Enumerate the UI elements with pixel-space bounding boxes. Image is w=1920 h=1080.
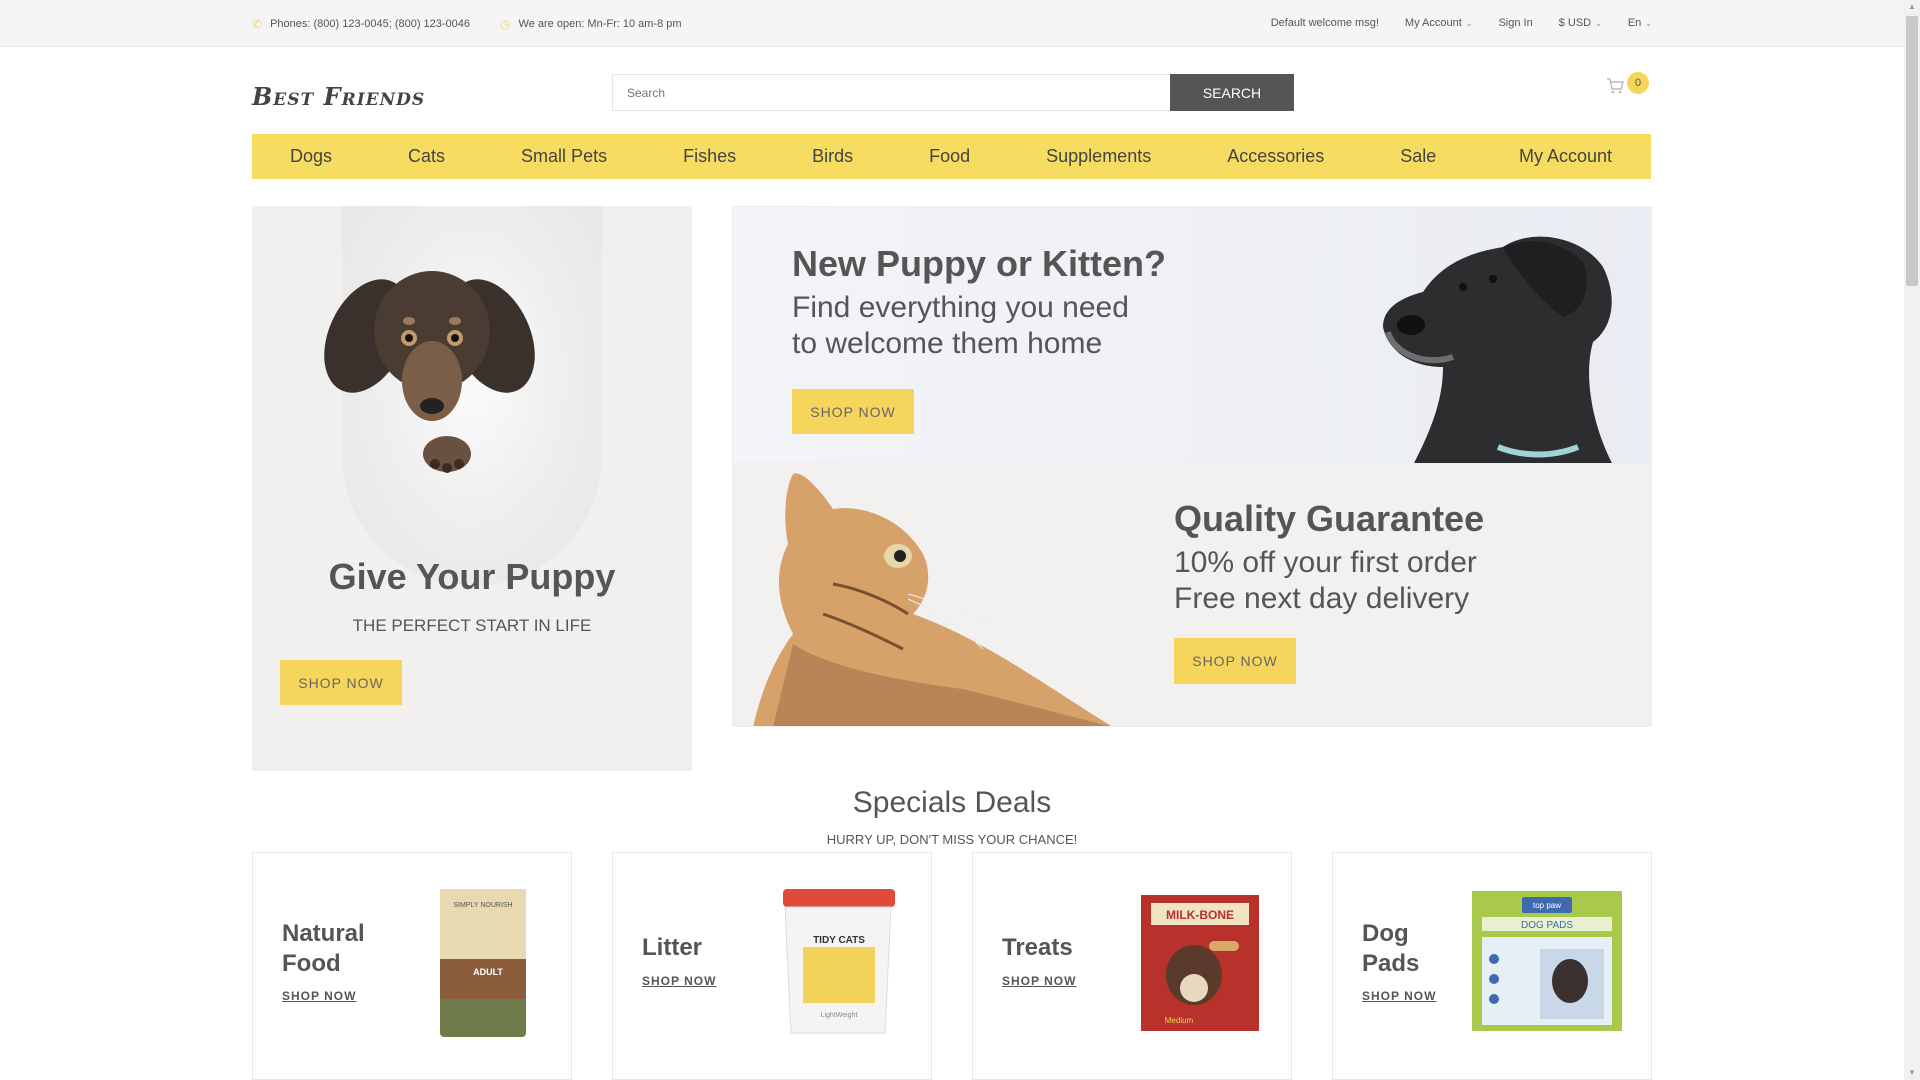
hero-left-title: Give Your Puppy <box>328 556 616 597</box>
hero-rt-title: New Puppy or Kitten? <box>792 243 1167 284</box>
deal-card-litter[interactable]: Litter SHOP NOW TIDY CATS LightWeight <box>612 852 932 1080</box>
welcome-message: Default welcome msg! <box>1270 17 1379 29</box>
sign-in-link[interactable]: Sign In <box>1498 17 1532 29</box>
product-label: SIMPLY NOURISH <box>453 902 512 909</box>
chevron-down-icon: ⌄ <box>1595 19 1602 28</box>
cart-count-badge: 0 <box>1627 72 1649 94</box>
chevron-down-icon: ⌄ <box>1465 19 1473 28</box>
hours-item: ◷ We are open: Mn-Fr: 10 am-8 pm <box>500 17 682 31</box>
phones-item: ✆ Phones: (800) 123-0045; (800) 123-0046 <box>252 17 470 31</box>
deal-card-treats[interactable]: Treats SHOP NOW MILK-BONE Medium <box>972 852 1292 1080</box>
black-dog-image <box>1383 236 1613 463</box>
main-nav: Dogs Cats Small Pets Fishes Birds Food S… <box>252 134 1651 179</box>
nav-item-dogs[interactable]: Dogs <box>252 134 370 179</box>
scroll-down-arrow-icon[interactable]: ▼ <box>1904 1066 1920 1080</box>
my-account-label: My Account <box>1404 17 1462 29</box>
product-sub: ADULT <box>473 967 503 977</box>
deal-card-shop-link[interactable]: SHOP NOW <box>1362 989 1436 1003</box>
product-sub: LightWeight <box>821 1012 858 1019</box>
language-label: En <box>1627 17 1642 29</box>
nav-item-fishes[interactable]: Fishes <box>645 134 774 179</box>
hero-banner-puppy[interactable]: Give Your Puppy THE PERFECT START IN LIF… <box>252 206 692 771</box>
hero-left-shop-button[interactable]: SHOP NOW <box>280 660 402 705</box>
deal-card-shop-link[interactable]: SHOP NOW <box>1002 974 1076 988</box>
treats-box-image: MILK-BONE Medium <box>1141 895 1259 1031</box>
cart[interactable]: 0 <box>1606 72 1649 94</box>
phones-text: Phones: (800) 123-0045; (800) 123-0046 <box>270 18 471 30</box>
cart-icon <box>1607 78 1624 94</box>
hero-rt-line2: to welcome them home <box>792 327 1103 360</box>
search-input[interactable] <box>612 74 1170 111</box>
scroll-up-arrow-icon[interactable]: ▲ <box>1904 0 1920 14</box>
nav-item-my-account[interactable]: My Account <box>1481 134 1651 179</box>
deal-card-title-line1: Natural <box>282 920 365 947</box>
nav-item-supplements[interactable]: Supplements <box>1008 134 1189 179</box>
deal-card-title: Litter <box>642 933 702 963</box>
dachshund-image <box>324 271 535 473</box>
food-bag-image: SIMPLY NOURISH ADULT <box>440 889 526 1037</box>
hero-left-subtitle: THE PERFECT START IN LIFE <box>352 616 592 635</box>
site-logo[interactable]: Best Friends <box>252 82 425 111</box>
hero-rt-shop-button[interactable]: SHOP NOW <box>792 389 914 434</box>
nav-item-birds[interactable]: Birds <box>774 134 891 179</box>
product-sub: Medium <box>1165 1016 1194 1025</box>
currency-dropdown[interactable]: $ USD ⌄ <box>1559 17 1602 29</box>
deal-card-title-line1: Dog <box>1362 920 1409 947</box>
litter-bucket-image: TIDY CATS LightWeight <box>783 889 895 1034</box>
hero-rb-line1: 10% off your first order <box>1174 546 1477 579</box>
search-bar: SEARCH <box>612 74 1294 111</box>
nav-item-cats[interactable]: Cats <box>370 134 483 179</box>
deal-card-shop-link[interactable]: SHOP NOW <box>282 989 356 1003</box>
product-label: top paw <box>1533 901 1561 910</box>
hero-rb-title: Quality Guarantee <box>1174 498 1485 539</box>
scrollbar-thumb[interactable] <box>1906 16 1918 286</box>
phone-icon: ✆ <box>252 17 263 31</box>
deal-card-natural-food[interactable]: Natural Food SHOP NOW SIMPLY NOURISH ADU… <box>252 852 572 1080</box>
deal-card-title-line1: Litter <box>642 934 702 961</box>
page: ✆ Phones: (800) 123-0045; (800) 123-0046… <box>0 0 1904 1080</box>
page-scrollbar[interactable]: ▲ ▼ <box>1904 0 1920 1080</box>
product-label: TIDY CATS <box>813 935 865 946</box>
hero-banner-new-puppy[interactable]: New Puppy or Kitten? Find everything you… <box>732 206 1652 464</box>
top-bar-links: Default welcome msg! My Account ⌄ Sign In… <box>1271 17 1652 29</box>
hero-rt-line1: Find everything you need <box>792 291 1129 324</box>
deal-card-title: Dog Pads <box>1362 919 1419 979</box>
nav-item-sale[interactable]: Sale <box>1362 134 1474 179</box>
currency-label: $ USD <box>1558 17 1592 29</box>
my-account-dropdown[interactable]: My Account ⌄ <box>1405 17 1473 29</box>
product-sub: DOG PADS <box>1521 920 1573 931</box>
dog-pads-package-image: top paw DOG PADS <box>1472 891 1622 1031</box>
clock-icon: ◷ <box>500 17 511 31</box>
hero-rb-shop-button[interactable]: SHOP NOW <box>1174 638 1296 684</box>
deal-card-title-line1: Treats <box>1002 934 1073 961</box>
deal-card-title: Treats <box>1002 933 1073 963</box>
top-bar: ✆ Phones: (800) 123-0045; (800) 123-0046… <box>0 0 1904 47</box>
nav-item-accessories[interactable]: Accessories <box>1189 134 1362 179</box>
deal-card-title: Natural Food <box>282 919 365 979</box>
specials-subtitle: HURRY UP, DON'T MISS YOUR CHANCE! <box>826 832 1078 847</box>
cat-image <box>753 473 1112 726</box>
specials-title: Specials Deals <box>852 786 1052 819</box>
deal-card-dog-pads[interactable]: Dog Pads SHOP NOW top paw DOG PADS <box>1332 852 1652 1080</box>
deal-card-title-line2: Food <box>282 950 341 977</box>
search-button[interactable]: SEARCH <box>1170 74 1294 111</box>
deal-card-title-line2: Pads <box>1362 950 1420 977</box>
hours-text: We are open: Mn-Fr: 10 am-8 pm <box>518 18 682 30</box>
chevron-down-icon: ⌄ <box>1645 19 1652 28</box>
nav-item-food[interactable]: Food <box>891 134 1008 179</box>
nav-item-small-pets[interactable]: Small Pets <box>483 134 645 179</box>
deal-card-shop-link[interactable]: SHOP NOW <box>642 974 716 988</box>
hero-banner-quality[interactable]: Quality Guarantee 10% off your first ord… <box>732 464 1652 727</box>
hero-rb-line2: Free next day delivery <box>1174 582 1470 615</box>
top-bar-contact: ✆ Phones: (800) 123-0045; (800) 123-0046… <box>252 17 682 31</box>
language-dropdown[interactable]: En ⌄ <box>1628 17 1652 29</box>
product-label: MILK-BONE <box>1166 908 1234 922</box>
